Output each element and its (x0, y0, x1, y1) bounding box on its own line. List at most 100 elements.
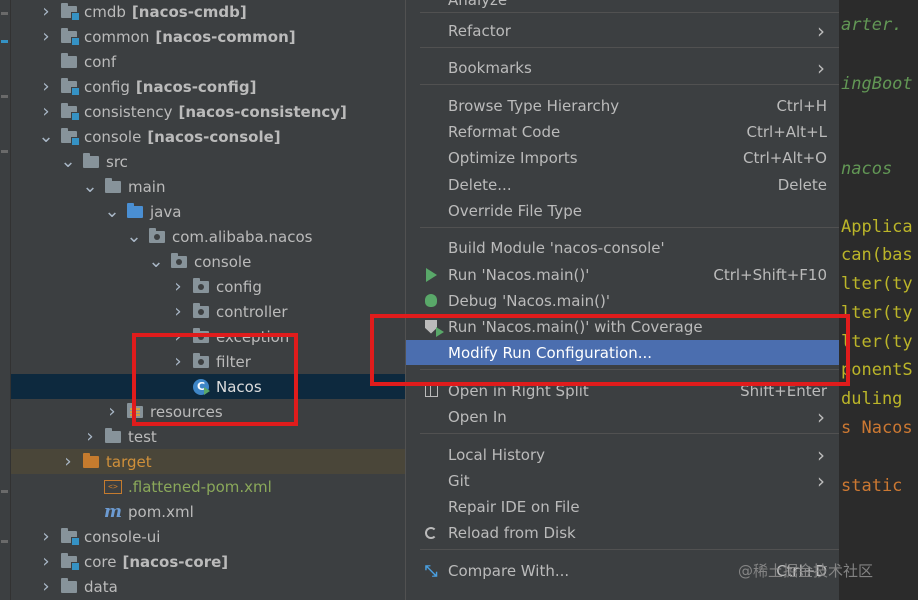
xml-file-icon: <> (104, 479, 122, 495)
tree-item-label: console (194, 252, 252, 271)
menu-item-browse-type-hierarchy[interactable]: Browse Type Hierarchy Ctrl+H (406, 93, 839, 118)
menu-item-run-nacos-main[interactable]: Run 'Nacos.main()' Ctrl+Shift+F10 (406, 262, 839, 287)
tree-row[interactable]: › target (11, 449, 411, 474)
menu-item-reload-from-disk[interactable]: Reload from Disk (406, 520, 839, 545)
tree-item-label: controller (216, 302, 288, 321)
expand-arrow-icon[interactable]: ⌄ (38, 126, 54, 147)
shortcut-label: Ctrl+Alt+O (743, 148, 827, 167)
menu-item-refactor[interactable]: Refactor › (406, 18, 839, 43)
tree-row[interactable]: › config [nacos-config] (11, 74, 411, 99)
code-line: s Nacos (841, 418, 913, 438)
collapse-arrow-icon[interactable]: › (170, 276, 186, 297)
tool-strip-tick (1, 40, 8, 43)
tree-item-label: cmdb (84, 2, 126, 21)
source-folder-icon (126, 202, 144, 220)
module-folder-icon (60, 2, 80, 21)
tree-item-label: conf (84, 52, 117, 71)
module-folder-icon (60, 77, 80, 96)
menu-item-build-module-nacos-console[interactable]: Build Module 'nacos-console' (406, 235, 839, 260)
menu-item-label: Refactor (448, 21, 511, 40)
collapse-arrow-icon[interactable]: › (82, 426, 98, 447)
menu-separator (420, 84, 840, 85)
left-tool-strip[interactable] (0, 0, 11, 600)
tree-row[interactable]: › consistency [nacos-consistency] (11, 99, 411, 124)
code-line: lter(ty (841, 332, 913, 352)
expand-arrow-icon[interactable]: ⌄ (82, 176, 98, 197)
menu-item-label: Reload from Disk (448, 523, 576, 542)
menu-item-repair-ide-on-file[interactable]: Repair IDE on File (406, 494, 839, 519)
menu-item-bookmarks[interactable]: Bookmarks › (406, 55, 839, 80)
collapse-arrow-icon[interactable]: › (38, 101, 54, 122)
menu-item-reformat-code[interactable]: Reformat Code Ctrl+Alt+L (406, 119, 839, 144)
shortcut-label: Ctrl+H (776, 96, 827, 115)
submenu-arrow-icon: › (817, 18, 825, 43)
tree-row[interactable]: › controller (11, 299, 411, 324)
tree-row[interactable]: › common [nacos-common] (11, 24, 411, 49)
folder-icon (104, 427, 122, 445)
tree-item-label: consistency (84, 102, 173, 121)
tree-row[interactable]: ⌄ console (11, 249, 411, 274)
collapse-arrow-icon[interactable]: › (38, 76, 54, 97)
expand-arrow-icon[interactable]: ⌄ (60, 151, 76, 172)
collapse-arrow-icon[interactable]: › (60, 451, 76, 472)
context-menu[interactable]: Analyze Refactor › Bookmarks › Browse Type H… (405, 0, 840, 600)
tree-item-label: src (106, 152, 128, 171)
tree-item-label: target (106, 452, 152, 471)
menu-item-optimize-imports[interactable]: Optimize Imports Ctrl+Alt+O (406, 145, 839, 170)
project-tree[interactable]: › cmdb [nacos-cmdb] › common [nacos-common] co… (11, 0, 411, 600)
collapse-arrow-icon[interactable]: › (38, 26, 54, 47)
menu-separator (420, 549, 840, 550)
collapse-arrow-icon[interactable]: › (38, 576, 54, 597)
tree-row[interactable]: m pom.xml (11, 499, 411, 524)
menu-item-label: Delete... (448, 175, 512, 194)
menu-item-git[interactable]: Git › (406, 468, 839, 493)
menu-item-partial[interactable]: Analyze (406, 0, 839, 12)
menu-item-label: Repair IDE on File (448, 497, 580, 516)
tree-row[interactable]: ⌄ src (11, 149, 411, 174)
tree-row[interactable]: › core [nacos-core] (11, 549, 411, 574)
tree-row[interactable]: <> .flattened-pom.xml (11, 474, 411, 499)
menu-item-label: Run 'Nacos.main()' (448, 265, 590, 284)
code-line: lter(ty (841, 303, 913, 323)
expand-arrow-icon[interactable]: ⌄ (126, 226, 142, 247)
tree-row[interactable]: › test (11, 424, 411, 449)
tree-row[interactable]: ⌄ main (11, 174, 411, 199)
package-icon (148, 227, 166, 245)
tree-row[interactable]: › cmdb [nacos-cmdb] (11, 0, 411, 24)
menu-item-delete[interactable]: Delete... Delete (406, 172, 839, 197)
submenu-arrow-icon: › (817, 468, 825, 493)
tree-row[interactable]: ⌄ console [nacos-console] (11, 124, 411, 149)
menu-item-open-in[interactable]: Open In › (406, 404, 839, 429)
menu-item-debug-nacos-main[interactable]: Debug 'Nacos.main()' (406, 288, 839, 313)
menu-item-label: Debug 'Nacos.main()' (448, 291, 610, 310)
package-icon (170, 252, 188, 270)
menu-separator (420, 433, 840, 434)
expand-arrow-icon[interactable]: ⌄ (148, 251, 164, 272)
module-name-label: [nacos-console] (147, 127, 281, 146)
menu-item-override-file-type[interactable]: Override File Type (406, 198, 839, 223)
tree-row[interactable]: › data (11, 574, 411, 599)
tree-row[interactable]: conf (11, 49, 411, 74)
menu-item-local-history[interactable]: Local History › (406, 442, 839, 467)
menu-separator (420, 47, 840, 48)
tree-row[interactable]: › config (11, 274, 411, 299)
tree-item-label: console (84, 127, 142, 146)
code-line: ponentS (841, 360, 913, 380)
collapse-arrow-icon[interactable]: › (104, 401, 120, 422)
menu-item-label: Compare With... (448, 561, 570, 580)
submenu-arrow-icon: › (817, 404, 825, 429)
collapse-arrow-icon[interactable]: › (170, 301, 186, 322)
expand-arrow-icon[interactable]: ⌄ (104, 201, 120, 222)
tree-row[interactable]: ⌄ com.alibaba.nacos (11, 224, 411, 249)
tree-item-label: data (84, 577, 118, 596)
tree-row[interactable]: › console-ui (11, 524, 411, 549)
code-editor[interactable]: arter. ingBoot nacos Applica can(bas lter(ty l… (839, 0, 918, 600)
tool-strip-tick (1, 150, 8, 153)
menu-separator (420, 12, 840, 13)
collapse-arrow-icon[interactable]: › (38, 551, 54, 572)
tree-item-label: config (216, 277, 262, 296)
collapse-arrow-icon[interactable]: › (38, 526, 54, 547)
collapse-arrow-icon[interactable]: › (38, 1, 54, 22)
tree-row[interactable]: ⌄ java (11, 199, 411, 224)
folder-icon (104, 177, 122, 195)
